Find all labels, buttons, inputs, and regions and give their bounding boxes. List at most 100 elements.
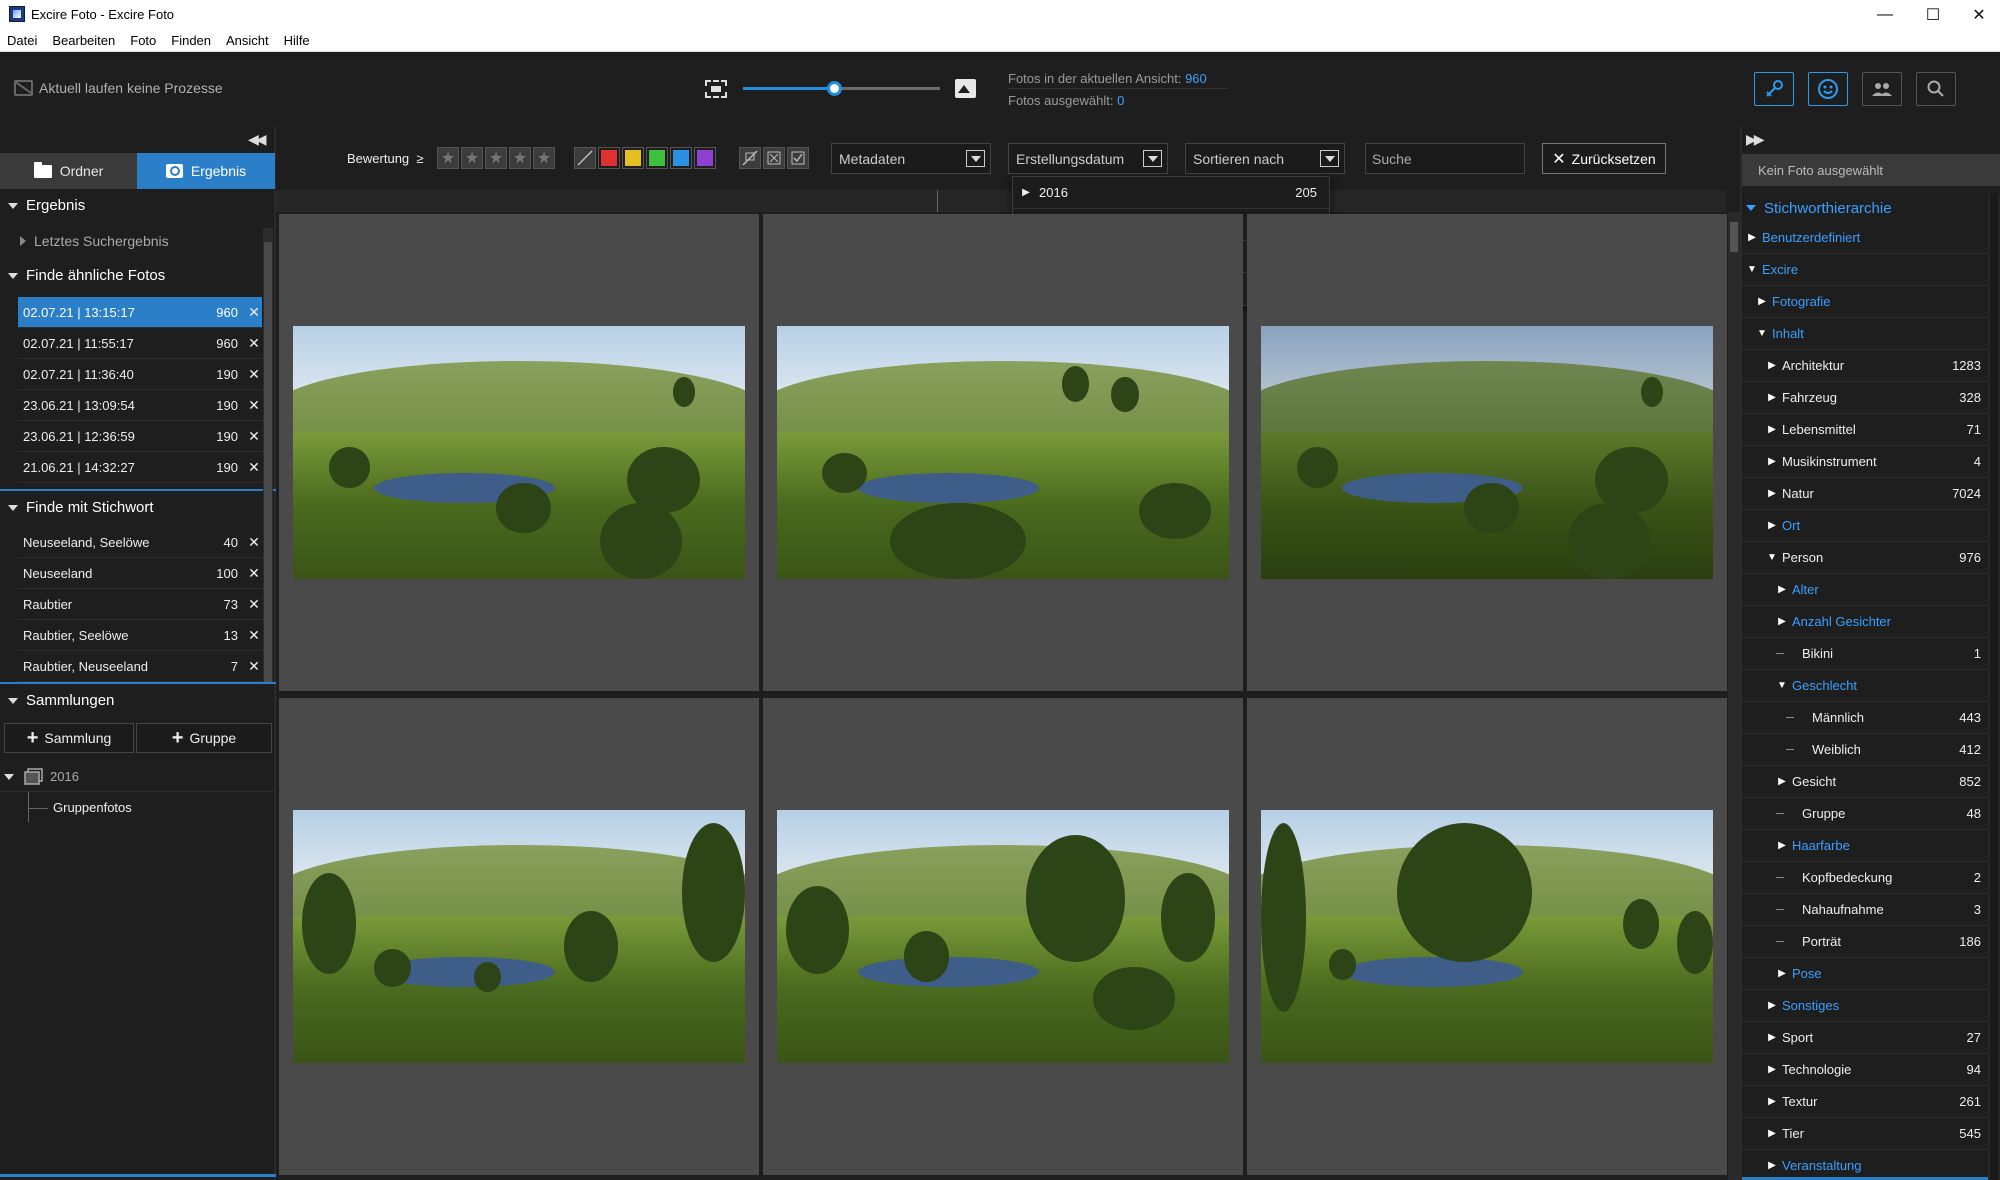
photo-cell[interactable] [279, 214, 759, 691]
sort-dropdown[interactable]: Sortieren nach [1185, 143, 1345, 174]
tree-item[interactable]: ▶ Sonstiges [1742, 990, 1987, 1022]
star-5-icon[interactable]: ★ [533, 147, 555, 169]
keyword-hierarchy-header[interactable]: Stichworthierarchie [1742, 194, 1892, 222]
expand-icon[interactable]: ▶ [1746, 232, 1758, 243]
remove-icon[interactable]: ✕ [246, 565, 262, 582]
similar-item[interactable]: 23.06.21 | 13:09:54 190 ✕ [18, 390, 262, 421]
tree-item[interactable]: ▼ Geschlecht [1742, 670, 1987, 702]
expand-icon[interactable]: ▶ [1776, 968, 1788, 979]
photo-thumbnail[interactable] [293, 326, 745, 579]
remove-icon[interactable]: ✕ [246, 534, 262, 551]
tree-item[interactable]: Männlich 443 [1742, 702, 1987, 734]
keyword-item[interactable]: Raubtier, Seelöwe 13 ✕ [18, 620, 262, 651]
face-tool-button[interactable] [1808, 72, 1848, 106]
collection-gruppenfotos[interactable]: Gruppenfotos [53, 800, 132, 815]
keyword-item[interactable]: Raubtier 73 ✕ [18, 589, 262, 620]
tab-ergebnis[interactable]: Ergebnis [137, 153, 275, 189]
add-collection-button[interactable]: + Sammlung [4, 723, 134, 753]
expand-icon[interactable]: ▶ [1766, 1160, 1778, 1171]
photo-thumbnail[interactable] [1261, 326, 1713, 579]
collapse-icon[interactable]: ▼ [1766, 552, 1778, 563]
photo-cell[interactable] [763, 214, 1243, 691]
close-button[interactable]: ✕ [1956, 0, 2000, 29]
grid-scrollbar[interactable] [1728, 212, 1740, 1180]
tree-item[interactable]: ▶ Architektur 1283 [1742, 350, 1987, 382]
photo-thumbnail[interactable] [777, 810, 1229, 1063]
expand-icon[interactable]: ▶ [1019, 187, 1033, 198]
tree-item[interactable]: ▶ Textur 261 [1742, 1086, 1987, 1118]
tree-item[interactable]: ▶ Gesicht 852 [1742, 766, 1987, 798]
tree-item[interactable]: Weiblich 412 [1742, 734, 1987, 766]
similar-item[interactable]: 23.06.21 | 12:36:59 190 ✕ [18, 421, 262, 452]
tree-item[interactable]: ▶ Fotografie [1742, 286, 1987, 318]
tree-item[interactable]: ▶ Ort [1742, 510, 1987, 542]
color-filter-box[interactable] [670, 147, 692, 169]
remove-icon[interactable]: ✕ [246, 596, 262, 613]
star-1-icon[interactable]: ★ [437, 147, 459, 169]
section-similar[interactable]: Finde ähnliche Fotos [0, 259, 262, 292]
section-ergebnis[interactable]: Ergebnis [0, 189, 262, 222]
tree-item[interactable]: ▶ Sport 27 [1742, 1022, 1987, 1054]
photo-thumbnail[interactable] [293, 810, 745, 1063]
expand-icon[interactable]: ▶ [1766, 520, 1778, 531]
flag-pick-box[interactable] [787, 147, 809, 169]
tree-item[interactable]: ▶ Tier 545 [1742, 1118, 1987, 1150]
expand-icon[interactable]: ▶ [1766, 1032, 1778, 1043]
expand-icon[interactable]: ▶ [1766, 360, 1778, 371]
left-scrollbar[interactable] [263, 228, 273, 682]
menu-hilfe[interactable]: Hilfe [284, 33, 310, 48]
section-collections[interactable]: Sammlungen [0, 684, 262, 717]
expand-icon[interactable]: ▶ [1766, 1000, 1778, 1011]
expand-icon[interactable]: ▶ [1766, 1064, 1778, 1075]
tree-item[interactable]: Nahaufnahme 3 [1742, 894, 1987, 926]
tree-item[interactable]: ▶ Natur 7024 [1742, 478, 1987, 510]
menu-finden[interactable]: Finden [171, 33, 211, 48]
menu-datei[interactable]: Datei [7, 33, 37, 48]
tree-item[interactable]: ▶ Veranstaltung [1742, 1150, 1987, 1180]
color-filter-box[interactable] [598, 147, 620, 169]
search-input[interactable] [1365, 143, 1525, 174]
add-group-button[interactable]: + Gruppe [136, 723, 272, 753]
date-item-2016[interactable]: ▶ 2016 205 [1013, 177, 1329, 209]
color-filter-box[interactable] [622, 147, 644, 169]
photo-thumbnail[interactable] [1261, 810, 1713, 1063]
tree-item[interactable]: ▶ Anzahl Gesichter [1742, 606, 1987, 638]
section-keyword[interactable]: Finde mit Stichwort [0, 491, 262, 524]
tree-item[interactable]: Gruppe 48 [1742, 798, 1987, 830]
people-tool-button[interactable] [1862, 72, 1902, 106]
menu-bearbeiten[interactable]: Bearbeiten [52, 33, 115, 48]
large-thumbnail-icon[interactable] [955, 79, 976, 98]
left-scroll-thumb[interactable] [264, 242, 272, 682]
similar-item[interactable]: 02.07.21 | 13:15:17 960 ✕ [18, 297, 262, 328]
collapse-left-icon[interactable]: ◀◀ [248, 131, 266, 148]
expand-icon[interactable]: ▶ [1756, 296, 1768, 307]
last-search-item[interactable]: Letztes Suchergebnis [0, 224, 262, 257]
similar-item[interactable]: 02.07.21 | 11:36:40 190 ✕ [18, 359, 262, 390]
expand-icon[interactable]: ▶ [1776, 776, 1788, 787]
keyword-item[interactable]: Neuseeland, Seelöwe 40 ✕ [18, 527, 262, 558]
tree-item[interactable]: Porträt 186 [1742, 926, 1987, 958]
tree-item[interactable]: ▼ Inhalt [1742, 318, 1987, 350]
tree-item[interactable]: ▶ Technologie 94 [1742, 1054, 1987, 1086]
keyword-tool-button[interactable] [1754, 72, 1794, 106]
tree-item[interactable]: ▶ Haarfarbe [1742, 830, 1987, 862]
menu-ansicht[interactable]: Ansicht [226, 33, 269, 48]
remove-icon[interactable]: ✕ [246, 658, 262, 675]
collection-2016[interactable]: 2016 [0, 762, 276, 792]
zoom-tool-button[interactable] [1916, 72, 1956, 106]
small-thumbnail-icon[interactable] [705, 80, 727, 98]
tree-item[interactable]: ▶ Benutzerdefiniert [1742, 222, 1987, 254]
color-filter-box[interactable] [694, 147, 716, 169]
slider-handle[interactable] [827, 81, 842, 96]
tab-ordner[interactable]: Ordner [0, 153, 137, 189]
photo-cell[interactable] [1247, 698, 1727, 1175]
maximize-button[interactable]: ☐ [1910, 0, 1956, 29]
expand-icon[interactable]: ▶ [1776, 584, 1788, 595]
tree-item[interactable]: ▶ Pose [1742, 958, 1987, 990]
expand-icon[interactable]: ▶ [1766, 392, 1778, 403]
photo-cell[interactable] [763, 698, 1243, 1175]
expand-right-icon[interactable]: ▶▶ [1746, 131, 1764, 148]
star-4-icon[interactable]: ★ [509, 147, 531, 169]
tree-item[interactable]: ▼ Person 976 [1742, 542, 1987, 574]
photo-thumbnail[interactable] [777, 326, 1229, 579]
